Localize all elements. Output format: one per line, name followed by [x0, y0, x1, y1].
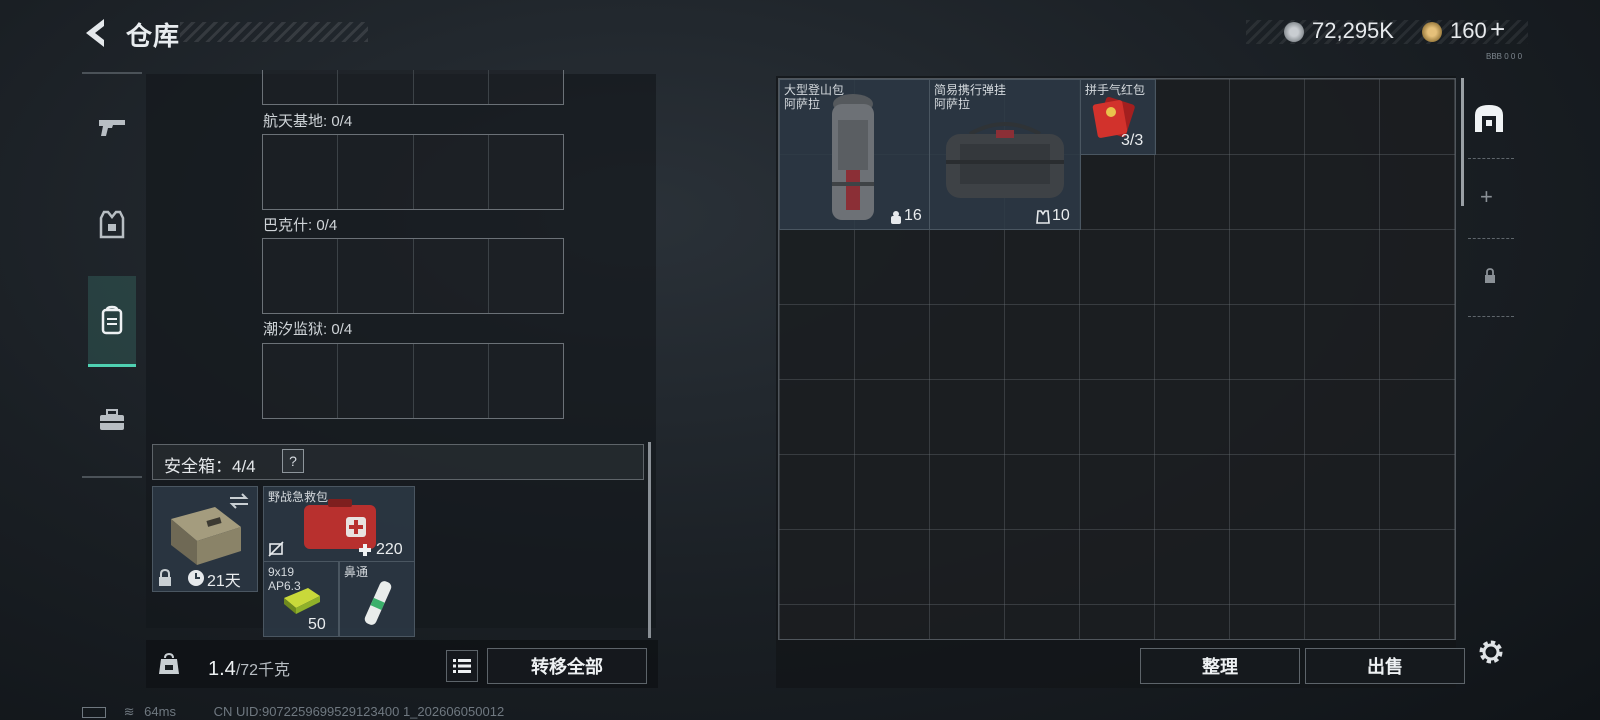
lock-icon — [159, 569, 171, 586]
safebox-case[interactable]: 21天 — [152, 486, 258, 592]
help-button[interactable]: ? — [282, 449, 304, 473]
map-label-prison: 潮汐监狱: 0/4 — [263, 321, 353, 338]
item-chest-rig[interactable]: 简易携行弹挂 阿萨拉 10 — [929, 79, 1081, 230]
safebox-label: 安全箱：4/4 — [164, 457, 256, 476]
gold-coin-icon — [1422, 22, 1442, 42]
ping-text: 64ms — [144, 704, 176, 719]
item-count: 10 — [1052, 207, 1070, 224]
weight-current: 1.4/72千克 — [208, 656, 290, 681]
currency-gold-value: 160 — [1450, 18, 1487, 43]
map-label-bakhsh: 巴克什: 0/4 — [263, 217, 338, 234]
item-nasal-spray[interactable]: 鼻通 — [339, 561, 415, 637]
uid-text: CN UID:9072259699529123400 1_20260605001… — [213, 704, 505, 719]
item-name-line1: 9x19 — [268, 565, 295, 579]
sell-button[interactable]: 出售 — [1305, 648, 1465, 684]
backpack-item-icon — [832, 94, 874, 220]
clock-icon — [188, 570, 204, 586]
nav-item-weapon[interactable] — [88, 86, 136, 166]
storage-scrollbar[interactable] — [1461, 78, 1464, 206]
nav-item-backpack[interactable] — [88, 276, 136, 367]
item-count: 16 — [904, 207, 922, 224]
item-first-aid-kit[interactable]: 野战急救包 220 — [263, 486, 415, 562]
item-count: 50 — [308, 616, 326, 633]
back-button[interactable] — [80, 16, 112, 50]
currency-silver-value: 72,295K — [1312, 18, 1394, 43]
no-repair-icon — [268, 541, 284, 557]
organize-button[interactable]: 整理 — [1140, 648, 1300, 684]
weight-icon — [159, 652, 179, 674]
build-code: BBB 0 0 0 — [1486, 52, 1523, 61]
transfer-all-button[interactable]: 转移全部 — [487, 648, 647, 684]
left-scrollbar[interactable] — [648, 442, 651, 638]
item-red-envelope[interactable]: 拼手气红包 3/3 — [1080, 79, 1156, 155]
item-sub: 阿萨拉 — [784, 97, 821, 111]
plus-heal-icon — [359, 544, 371, 556]
nav-item-toolbox[interactable] — [88, 380, 136, 460]
toolbox-icon — [100, 409, 124, 430]
item-name: 简易携行弹挂 — [934, 83, 1007, 97]
item-sub: 阿萨拉 — [934, 97, 971, 111]
rail-divider — [1468, 316, 1514, 318]
item-name: 拼手气红包 — [1085, 83, 1146, 97]
swap-icon[interactable] — [227, 491, 251, 511]
wifi-icon: ≋ — [123, 704, 135, 719]
vest-capacity-icon — [1036, 210, 1050, 224]
capacity-icon — [891, 211, 901, 224]
add-tab-button[interactable]: + — [1480, 184, 1493, 210]
map-slots-top-partial — [262, 70, 564, 105]
rail-divider — [1468, 238, 1514, 240]
ammo-box-icon — [284, 588, 320, 614]
rail-divider — [1468, 158, 1514, 160]
tab-warehouse[interactable] — [1472, 102, 1506, 139]
map-slots-aerospace[interactable] — [262, 134, 564, 210]
secure-case-icon — [171, 507, 241, 565]
battery-icon — [82, 707, 106, 719]
armor-vest-icon — [99, 210, 125, 239]
title-decoration — [180, 22, 368, 42]
nav-item-gear[interactable] — [88, 184, 136, 264]
list-view-button[interactable] — [446, 650, 478, 682]
page-title: 仓库 — [126, 21, 181, 51]
list-icon — [453, 659, 471, 673]
item-count: 3/3 — [1121, 132, 1144, 149]
nasal-spray-icon — [364, 581, 392, 625]
map-label-aerospace: 航天基地: 0/4 — [263, 113, 353, 130]
safebox-duration: 21天 — [207, 573, 241, 590]
duffel-bag-icon — [946, 122, 1064, 198]
weight-max: /72千克 — [235, 662, 291, 679]
backpack-icon — [101, 305, 123, 335]
add-currency-button[interactable]: + — [1490, 14, 1505, 45]
map-slots-prison[interactable] — [262, 343, 564, 419]
settings-gear-icon[interactable] — [1477, 638, 1505, 666]
status-footer: ≋ 64ms CN UID:9072259699529123400 1_2026… — [82, 704, 504, 720]
back-arrow-icon — [86, 19, 104, 47]
weight-value: 1.4 — [208, 658, 236, 680]
item-count: 220 — [376, 541, 403, 558]
item-large-backpack[interactable]: 大型登山包 阿萨拉 16 — [779, 79, 930, 230]
item-ammo-9x19[interactable]: 9x19 AP6.3 50 — [263, 561, 339, 637]
locked-tab-icon[interactable] — [1484, 268, 1496, 284]
warehouse-icon — [1475, 105, 1503, 132]
pistol-icon — [99, 120, 125, 136]
map-slots-bakhsh[interactable] — [262, 238, 564, 314]
silver-coin-icon — [1284, 22, 1304, 42]
